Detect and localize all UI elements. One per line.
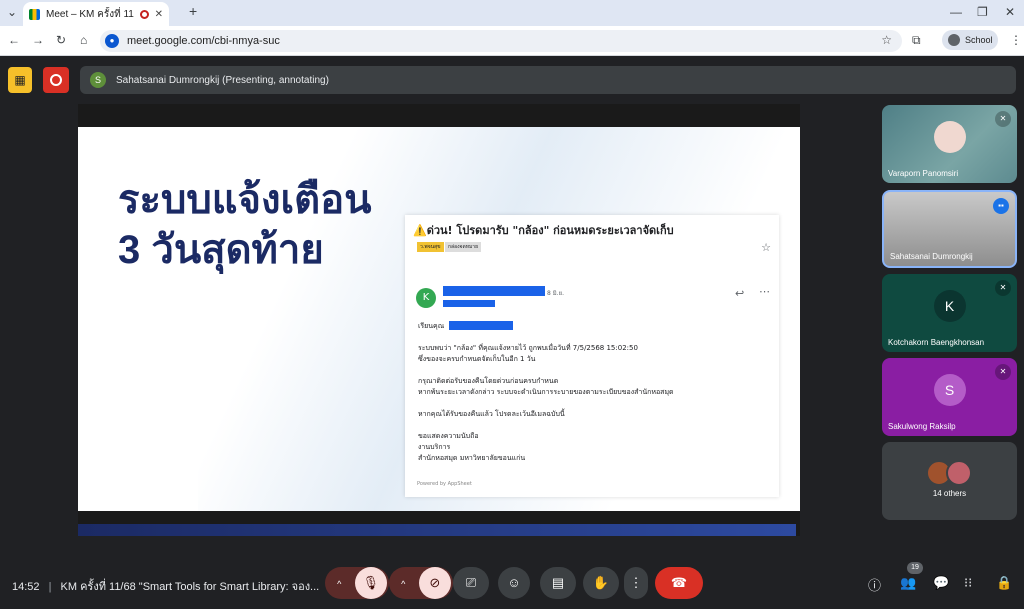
redacted-address xyxy=(443,300,495,307)
restore-icon[interactable]: ❐ xyxy=(977,5,988,19)
participant-tile[interactable]: S ✕ Sakulwong Raksilp xyxy=(882,358,1017,436)
others-tile[interactable]: 14 others xyxy=(882,442,1017,520)
back-icon[interactable]: ← xyxy=(8,33,20,47)
close-window-icon[interactable]: ✕ xyxy=(1005,5,1015,19)
raise-hand-button[interactable]: ✋ xyxy=(583,567,619,599)
avatar xyxy=(946,460,972,486)
host-lock-icon[interactable]: 🔒 xyxy=(996,575,1012,591)
separator: | xyxy=(48,581,52,593)
inbox-label: กล่องจดหมาย xyxy=(445,242,482,252)
minimize-icon[interactable]: — xyxy=(950,5,962,19)
others-label: 14 others xyxy=(932,489,967,498)
more-icon: ⋯ xyxy=(759,285,770,298)
recording-indicator-icon xyxy=(139,9,149,19)
presentation-bar: S Sahatsanai Dumrongkij (Presenting, ann… xyxy=(80,66,1016,94)
close-tab-icon[interactable]: ✕ xyxy=(155,9,163,20)
redacted-sender xyxy=(443,286,545,296)
new-tab-button[interactable]: + xyxy=(189,3,197,19)
menu-icon[interactable]: ⋮ xyxy=(1010,33,1022,47)
tab-search-icon[interactable]: ⌄ xyxy=(7,5,17,19)
more-options-button[interactable]: ⋮ xyxy=(624,567,648,599)
meet-favicon-icon xyxy=(29,8,40,20)
reactions-button[interactable]: ☺ xyxy=(498,567,530,599)
camera-off-icon[interactable]: ⊘ xyxy=(418,567,451,599)
email-label: ว.พจนสุข xyxy=(417,242,444,252)
info-icon[interactable]: ⓘ xyxy=(868,575,881,594)
others-avatars xyxy=(926,460,972,486)
recording-button[interactable] xyxy=(43,67,69,93)
email-body: เรียนคุณ ระบบพบว่า "กล้อง" ที่คุณแจ้งหาย… xyxy=(418,322,674,462)
avatar: S xyxy=(933,374,966,406)
camera-options-icon[interactable]: ^ xyxy=(391,568,415,600)
participant-name: Kotchakorn Baengkhonsan xyxy=(888,338,985,347)
star-icon: ☆ xyxy=(761,241,771,254)
mic-off-icon: ✕ xyxy=(995,111,1011,127)
toolbar: ← → ↻ ⌂ ● meet.google.com/cbi-nmya-suc ☆… xyxy=(0,26,1024,56)
clock: 14:52 xyxy=(12,581,40,593)
email-subject: ⚠️ด่วน! โปรดมารับ "กล้อง" ก่อนหมดระยะเวล… xyxy=(413,224,674,237)
camera-control[interactable]: ^ ⊘ xyxy=(389,567,453,599)
mic-off-icon[interactable]: 🎙 xyxy=(354,567,387,599)
bookmark-star-icon[interactable]: ☆ xyxy=(881,33,892,47)
profile-button[interactable]: School xyxy=(942,30,998,50)
participant-tile[interactable]: ✕ Varaporn Panomsiri xyxy=(882,105,1017,183)
reply-icon: ↩ xyxy=(735,287,745,300)
url-text: meet.google.com/cbi-nmya-suc xyxy=(127,35,280,47)
presenter-avatar: S xyxy=(90,72,106,88)
participant-tile[interactable]: K ✕ Kotchakorn Baengkhonsan xyxy=(882,274,1017,352)
avatar: K xyxy=(933,290,966,322)
avatar xyxy=(948,34,960,46)
extensions-icon[interactable]: ⧉ xyxy=(912,33,921,48)
mic-off-icon: ✕ xyxy=(995,280,1011,296)
profile-label: School xyxy=(965,35,993,45)
email-date: 8 มิ.ย. xyxy=(547,290,565,297)
tab-title: Meet – KM ครั้งที่ 11/68 "Sm xyxy=(46,8,134,20)
captions-button[interactable]: ▤ xyxy=(540,567,576,599)
slide-footer-bar xyxy=(78,524,796,536)
powered-by: Powered by AppSheet xyxy=(417,481,472,487)
present-screen-button[interactable]: ⎚ xyxy=(453,567,489,599)
speaking-icon: ▪▪ xyxy=(993,198,1009,214)
slide-title: ระบบแจ้งเตือน 3 วันสุดท้าย xyxy=(118,178,372,272)
mic-options-icon[interactable]: ^ xyxy=(327,568,351,600)
site-info-icon[interactable]: ● xyxy=(105,34,119,48)
home-icon[interactable]: ⌂ xyxy=(80,33,87,47)
participant-tile-active[interactable]: ▪▪ Sahatsanai Dumrongkij xyxy=(882,190,1017,268)
activities-icon[interactable]: ⁝⁝ xyxy=(964,575,972,591)
participant-name: Sakulwong Raksilp xyxy=(888,422,956,431)
leave-call-button[interactable]: ☎ xyxy=(655,567,703,599)
participant-name: Varaporn Panomsiri xyxy=(888,169,959,178)
presenter-status: Sahatsanai Dumrongkij (Presenting, annot… xyxy=(116,74,329,86)
mic-control[interactable]: ^ 🎙 xyxy=(325,567,389,599)
host-controls-icon[interactable]: ▦ xyxy=(8,67,32,93)
people-icon[interactable]: 👥 xyxy=(900,575,916,591)
redacted-recipient xyxy=(449,321,513,330)
reload-icon[interactable]: ↻ xyxy=(56,33,66,47)
browser-tab[interactable]: Meet – KM ครั้งที่ 11/68 "Sm ✕ xyxy=(23,2,169,26)
sender-avatar: K xyxy=(416,288,436,308)
chat-icon[interactable]: 💬 xyxy=(933,575,949,591)
forward-icon[interactable]: → xyxy=(32,33,44,47)
people-count-badge: 19 xyxy=(907,562,923,574)
participant-video xyxy=(933,121,966,153)
email-screenshot: ⚠️ด่วน! โปรดมารับ "กล้อง" ก่อนหมดระยะเวล… xyxy=(405,215,779,497)
participant-name: Sahatsanai Dumrongkij xyxy=(890,252,973,261)
address-bar[interactable]: ● meet.google.com/cbi-nmya-suc ☆ xyxy=(100,30,902,52)
meeting-title: KM ครั้งที่ 11/68 "Smart Tools for Smart… xyxy=(60,581,320,593)
mic-off-icon: ✕ xyxy=(995,364,1011,380)
meeting-details: 14:52 | KM ครั้งที่ 11/68 "Smart Tools f… xyxy=(12,577,319,595)
